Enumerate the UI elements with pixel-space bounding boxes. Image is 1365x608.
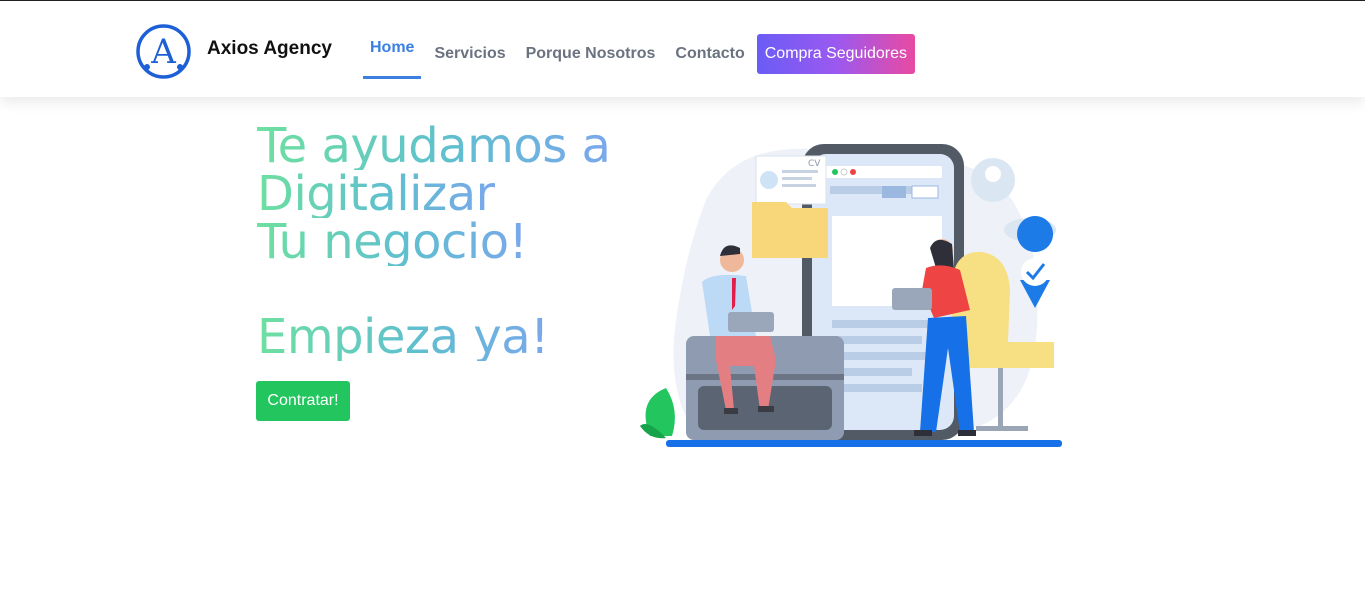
svg-text:CV: CV [808, 159, 821, 169]
nav-contacto[interactable]: Contacto [665, 30, 754, 78]
hero-title-line-1: Te ayudamos a [257, 118, 611, 174]
axios-logo-icon[interactable]: A [135, 23, 192, 80]
hero-title-line-3: Tu negocio! [257, 214, 528, 270]
hero-title-line-2: Digitalizar [257, 166, 495, 222]
nav-porque-nosotros[interactable]: Porque Nosotros [516, 30, 666, 78]
main-nav: Home Servicios Porque Nosotros Contacto … [363, 29, 916, 79]
svg-text:A: A [150, 32, 176, 72]
hero-subtitle: Empieza ya! [257, 309, 549, 365]
nav-home[interactable]: Home [363, 29, 422, 79]
navbar: A Axios Agency Home Servicios Porque Nos… [0, 1, 1365, 97]
business-illustration: CV [640, 144, 1062, 447]
brand-name[interactable]: Axios Agency [207, 38, 332, 60]
buy-followers-button[interactable]: Compra Seguidores [756, 34, 916, 74]
nav-servicios[interactable]: Servicios [424, 30, 515, 78]
contratar-button[interactable]: Contratar! [256, 381, 350, 421]
